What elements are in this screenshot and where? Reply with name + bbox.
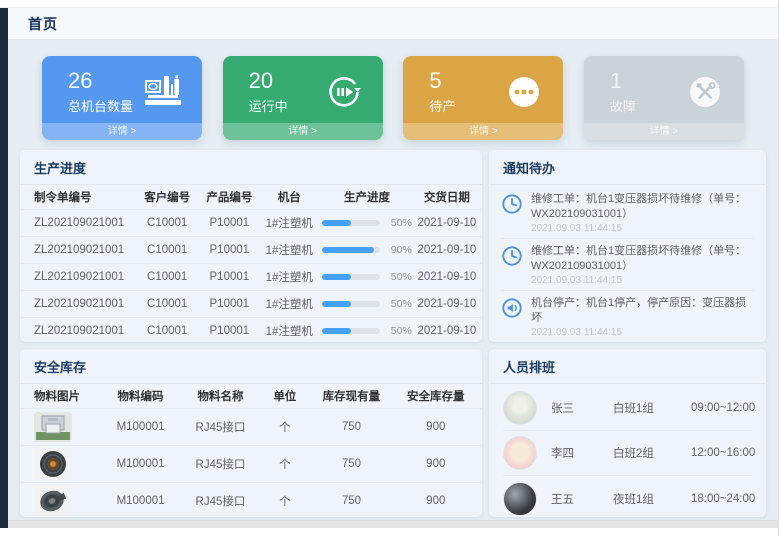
col-delivery-date: 交货日期	[416, 189, 478, 205]
card-fault-detail-link[interactable]: 详情 >	[584, 123, 744, 140]
running-icon	[325, 74, 365, 110]
round-speaker-photo	[34, 449, 72, 479]
col-safety-stock: 安全库存量	[394, 388, 478, 404]
col-product-no: 产品编号	[198, 189, 260, 205]
notification-timestamp: 2021.09.03 11:44:15	[531, 327, 754, 338]
progress-bar: 50%	[318, 325, 416, 337]
sidebar-edge-strip	[0, 8, 8, 528]
col-customer-no: 客户编号	[136, 189, 198, 205]
horizontal-scrollbar-track[interactable]	[8, 520, 778, 528]
production-panel-title: 生产进度	[20, 150, 482, 185]
tab-home[interactable]: 首页	[28, 14, 58, 34]
inventory-panel-title: 安全库存	[20, 349, 482, 384]
card-waiting-detail-link[interactable]: 详情 >	[403, 123, 563, 140]
cone-speaker-photo	[34, 486, 72, 516]
avatar	[503, 436, 537, 470]
card-waiting[interactable]: 5 待产	[403, 56, 563, 140]
page-header: 首页	[8, 8, 778, 40]
dashboard-content: 26 总机台数量	[8, 40, 778, 520]
inventory-row: M100001 RJ45接口 个 750 900	[20, 446, 482, 483]
col-order-no: 制令单编号	[34, 189, 136, 205]
panel-notifications: 通知待办 维修工单：机台1变压器损坏待维修（	[489, 150, 766, 342]
production-row: ZL202109021001 C10001 P10001 1#注塑机 50% 2…	[20, 318, 482, 342]
card-fault-label: 故障	[610, 96, 636, 115]
col-material-name: 物料名称	[181, 388, 261, 404]
col-current-stock: 库存现有量	[309, 388, 393, 404]
card-running[interactable]: 20 运行中	[223, 56, 383, 140]
notification-item[interactable]: 机台停产：机台1停产，停产原因：变压器损坏 2021.09.03 11:44:1…	[501, 291, 754, 342]
col-progress: 生产进度	[318, 189, 416, 205]
stat-cards-row: 26 总机台数量	[20, 50, 766, 142]
avatar	[503, 391, 537, 425]
production-row: ZL202109021001 C10001 P10001 1#注塑机 50% 2…	[20, 264, 482, 291]
staff-row: 王五 夜班1组 18:00~24:00	[503, 476, 752, 517]
production-row: ZL202109021001 C10001 P10001 1#注塑机 50% 2…	[20, 210, 482, 237]
production-table: 制令单编号 客户编号 产品编号 机台 生产进度 交货日期 ZL202109021…	[20, 185, 482, 342]
panel-production-progress: 生产进度 制令单编号 客户编号 产品编号 机台 生产进度 交货日期	[20, 150, 482, 342]
inventory-row: M100001 RJ45接口 个 750 900	[20, 409, 482, 446]
machine-icon	[144, 74, 184, 110]
staff-row: 李四 白班2组 12:00~16:00	[503, 431, 752, 476]
notification-timestamp: 2021.09.03 11:44:15	[531, 223, 754, 234]
card-fault[interactable]: 1 故障	[584, 56, 744, 140]
dashboard-window: 首页 26 总机台数量	[0, 0, 779, 536]
inventory-table: 物料图片 物料编码 物料名称 单位 库存现有量 安全库存量	[20, 384, 482, 517]
card-total-machines-value: 26	[68, 69, 133, 93]
staff-row: 张三 白班1组 09:00~12:00	[503, 386, 752, 431]
production-table-header: 制令单编号 客户编号 产品编号 机台 生产进度 交货日期	[20, 185, 482, 210]
production-row: ZL202109021001 C10001 P10001 1#注塑机 50% 2…	[20, 291, 482, 318]
card-fault-value: 1	[610, 69, 636, 93]
progress-bar: 90%	[318, 244, 416, 256]
card-total-machines-label: 总机台数量	[68, 96, 133, 115]
col-material-code: 物料编码	[101, 388, 181, 404]
avatar	[503, 482, 537, 516]
col-machine: 机台	[260, 189, 318, 205]
clock-icon	[501, 193, 523, 215]
staff-panel-title: 人员排班	[489, 349, 766, 384]
window-top-strip	[0, 0, 778, 8]
card-total-machines-detail-link[interactable]: 详情 >	[42, 123, 202, 140]
rj45-connector-photo	[34, 412, 72, 442]
production-row: ZL202109021001 C10001 P10001 1#注塑机 90% 2…	[20, 237, 482, 264]
notification-timestamp: 2021.09.03 11:44:15	[531, 275, 754, 286]
waiting-dots-icon	[505, 74, 545, 110]
card-running-label: 运行中	[249, 96, 288, 115]
inventory-row: M100001 RJ45接口 个 750 900	[20, 483, 482, 517]
notifications-panel-title: 通知待办	[489, 150, 766, 185]
clock-icon	[501, 245, 523, 267]
progress-bar: 50%	[318, 271, 416, 283]
card-running-value: 20	[249, 69, 288, 93]
panel-safety-inventory: 安全库存 物料图片 物料编码 物料名称 单位 库存现有量 安全库存量	[20, 349, 482, 517]
progress-bar: 50%	[318, 217, 416, 229]
card-waiting-label: 待产	[429, 96, 455, 115]
notification-item[interactable]: 维修工单：机台1变压器损坏待维修（单号：WX202109031001） 2021…	[501, 187, 754, 239]
panel-staff-schedule: 人员排班 张三 白班1组 09:00~12:00 李四	[489, 349, 766, 517]
card-total-machines[interactable]: 26 总机台数量	[42, 56, 202, 140]
card-running-detail-link[interactable]: 详情 >	[223, 123, 383, 140]
speaker-icon	[501, 297, 523, 319]
card-waiting-value: 5	[429, 69, 455, 93]
col-unit: 单位	[260, 388, 309, 404]
notification-item[interactable]: 维修工单：机台1变压器损坏待维修（单号：WX202109031001） 2021…	[501, 239, 754, 291]
col-material-image: 物料图片	[34, 388, 101, 404]
inventory-table-header: 物料图片 物料编码 物料名称 单位 库存现有量 安全库存量	[20, 384, 482, 409]
progress-bar: 50%	[318, 298, 416, 310]
fault-tools-icon	[686, 74, 726, 110]
